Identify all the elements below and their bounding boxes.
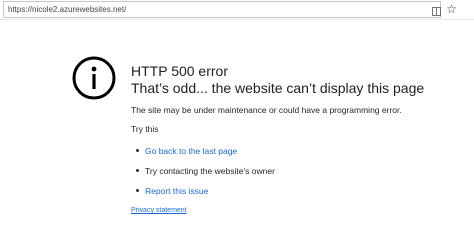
contact-owner-text: Try contacting the website’s owner [145, 166, 275, 176]
bullet-icon [136, 169, 139, 172]
bullet-icon [136, 149, 139, 152]
suggestion-list: Go back to the last page Try contacting … [136, 145, 275, 205]
suggestion-go-back: Go back to the last page [136, 145, 275, 165]
suggestion-contact-owner: Try contacting the website’s owner [136, 165, 275, 185]
go-back-link[interactable]: Go back to the last page [145, 146, 237, 156]
reading-view-icon[interactable] [432, 7, 441, 16]
report-issue-link[interactable]: Report this issue [145, 186, 208, 196]
info-icon [72, 56, 116, 100]
error-title: HTTP 500 error [131, 63, 228, 79]
error-description: The site may be under maintenance or cou… [131, 105, 402, 115]
bullet-icon [136, 189, 139, 192]
error-subtitle: That’s odd... the website can’t display … [131, 80, 425, 96]
favorite-star-icon[interactable]: ☆ [445, 2, 458, 16]
try-this-heading: Try this [131, 124, 159, 134]
url-text[interactable]: https://nicole2.azurewebsites.net/ [8, 4, 126, 16]
address-bar: https://nicole2.azurewebsites.net/ ☆ [0, 0, 474, 20]
url-field[interactable]: https://nicole2.azurewebsites.net/ [3, 1, 441, 18]
suggestion-report-issue: Report this issue [136, 185, 275, 205]
privacy-statement-link[interactable]: Privacy statement [131, 206, 187, 216]
